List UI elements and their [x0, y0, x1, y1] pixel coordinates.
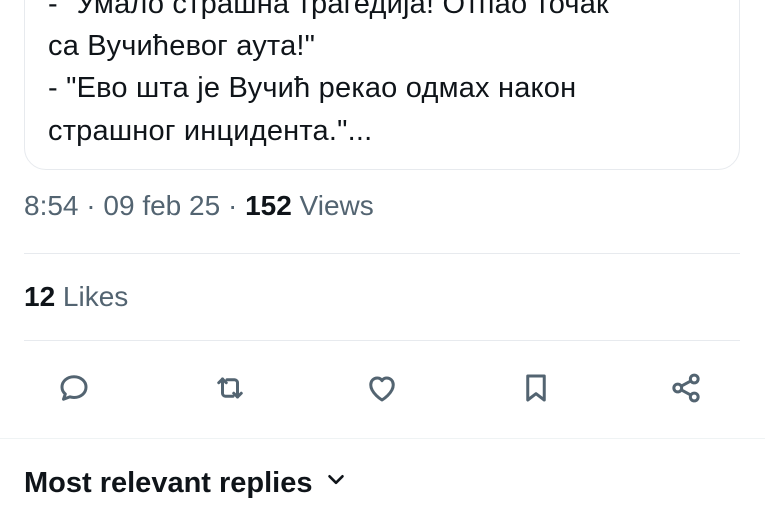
separator: · — [78, 190, 104, 221]
post-action-bar — [0, 362, 765, 418]
share-icon — [668, 370, 704, 411]
section-divider — [0, 438, 765, 439]
bookmark-button[interactable] — [514, 368, 558, 412]
replies-sort-dropdown[interactable]: Most relevant replies — [24, 466, 349, 500]
reply-icon — [56, 370, 92, 411]
repost-button[interactable] — [208, 368, 252, 412]
likes-count: 12 — [24, 281, 56, 312]
like-button[interactable] — [360, 368, 404, 412]
post-date[interactable]: 09 feb 25 — [103, 190, 220, 221]
views-count: 152 — [245, 190, 292, 221]
divider — [24, 340, 740, 341]
likes-label: Likes — [55, 281, 129, 312]
post-time[interactable]: 8:54 — [24, 190, 79, 221]
replies-sort-label: Most relevant replies — [24, 466, 313, 499]
quote-text-line: - "Ево шта је Вучић рекао одмах након — [48, 72, 577, 104]
views-label: Views — [291, 190, 374, 221]
share-button[interactable] — [664, 368, 708, 412]
reply-button[interactable] — [52, 368, 96, 412]
divider — [24, 253, 740, 254]
chevron-down-icon — [313, 466, 349, 500]
likes-stat[interactable]: 12 Likes — [24, 281, 128, 313]
post-metadata: 8:54 · 09 feb 25 · 152 Views — [24, 190, 374, 222]
repost-icon — [212, 370, 248, 411]
quote-text-line: страшног инцидента."... — [48, 115, 373, 147]
quote-text-line: - "Умало страшна трагедија! Отпао точак — [48, 0, 609, 20]
separator: · — [220, 190, 246, 221]
quote-text-line: са Вучићевог аута!" — [48, 30, 316, 62]
like-icon — [364, 370, 400, 411]
bookmark-icon — [518, 370, 554, 411]
